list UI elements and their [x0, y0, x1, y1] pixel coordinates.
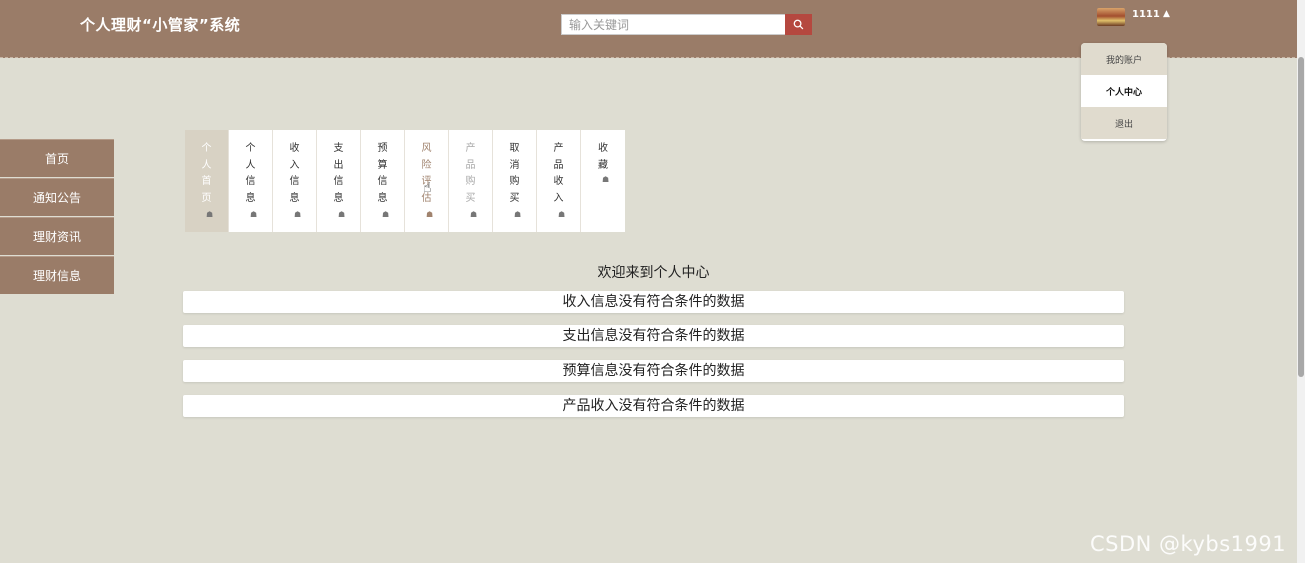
tab-favorites[interactable]: 收藏 ☗	[581, 130, 625, 232]
search-icon	[793, 19, 804, 30]
user-dropdown-menu: 我的账户 个人中心 退出	[1081, 43, 1167, 141]
tab-label: 个人信息	[245, 143, 256, 204]
menu-item-personal-center[interactable]: 个人中心	[1081, 75, 1167, 107]
welcome-heading: 欢迎来到个人中心	[597, 265, 710, 281]
tab-income-info[interactable]: 收入信息 ☗	[273, 130, 317, 232]
tab-label: 预算信息	[377, 143, 388, 204]
sidebar-item-finance-news[interactable]: 理财资讯	[0, 217, 114, 255]
tab-cancel-purchase[interactable]: 取消购买 ☗	[493, 130, 537, 232]
tab-icon: ☗	[470, 210, 478, 219]
username[interactable]: 1111	[1132, 9, 1160, 20]
tab-icon: ☗	[338, 210, 346, 219]
notice-product-income-empty: 产品收入没有符合条件的数据	[183, 395, 1124, 417]
tab-label: 风险评估	[421, 143, 432, 204]
tab-personal-info[interactable]: 个人信息 ☗	[229, 130, 273, 232]
tab-label: 产品收入	[553, 143, 564, 204]
tab-label: 产品购买	[465, 143, 476, 204]
tab-label: 取消购买	[509, 143, 520, 204]
tab-product-purchase[interactable]: 产品购买 ☗	[449, 130, 493, 232]
sidebar: 首页 通知公告 理财资讯 理财信息	[0, 139, 114, 295]
tab-label: 收入信息	[289, 143, 300, 204]
hand-cursor-icon: ☝	[423, 180, 432, 196]
search-bar	[561, 14, 812, 35]
tab-budget-info[interactable]: 预算信息 ☗	[361, 130, 405, 232]
search-button[interactable]	[785, 14, 812, 35]
tab-product-income[interactable]: 产品收入 ☗	[537, 130, 581, 232]
tab-icon: ☗	[382, 210, 390, 219]
watermark: CSDN @kybs1991	[1090, 532, 1287, 556]
personal-center-tabs: 个人首页 ☗ 个人信息 ☗ 收入信息 ☗ 支出信息 ☗ 预算信息 ☗ 风险评估 …	[185, 130, 625, 232]
scrollbar-thumb[interactable]	[1298, 57, 1304, 377]
tab-label: 支出信息	[333, 143, 344, 204]
tab-expense-info[interactable]: 支出信息 ☗	[317, 130, 361, 232]
bottom-border	[0, 563, 1305, 567]
notice-expense-empty: 支出信息没有符合条件的数据	[183, 325, 1124, 347]
menu-item-logout[interactable]: 退出	[1081, 107, 1167, 139]
tab-icon: ☗	[426, 210, 434, 219]
tab-icon: ☗	[558, 210, 566, 219]
sidebar-item-home[interactable]: 首页	[0, 139, 114, 177]
notice-budget-empty: 预算信息没有符合条件的数据	[183, 360, 1124, 382]
avatar[interactable]	[1097, 8, 1125, 26]
tab-label: 个人首页	[201, 143, 212, 204]
tab-icon: ☗	[514, 210, 522, 219]
caret-up-icon[interactable]: ▲	[1163, 9, 1170, 19]
notice-income-empty: 收入信息没有符合条件的数据	[183, 291, 1124, 313]
tab-icon: ☗	[250, 210, 258, 219]
tab-icon: ☗	[602, 175, 610, 184]
sidebar-item-finance-info[interactable]: 理财信息	[0, 256, 114, 294]
tab-label: 收藏	[598, 143, 608, 171]
search-input[interactable]	[561, 14, 785, 35]
tab-personal-home[interactable]: 个人首页 ☗	[185, 130, 229, 232]
sidebar-item-notices[interactable]: 通知公告	[0, 178, 114, 216]
site-title[interactable]: 个人理财“小管家”系统	[80, 14, 240, 35]
vertical-scrollbar[interactable]	[1297, 0, 1305, 567]
tab-icon: ☗	[206, 210, 214, 219]
tab-icon: ☗	[294, 210, 302, 219]
menu-item-my-account[interactable]: 我的账户	[1081, 43, 1167, 75]
